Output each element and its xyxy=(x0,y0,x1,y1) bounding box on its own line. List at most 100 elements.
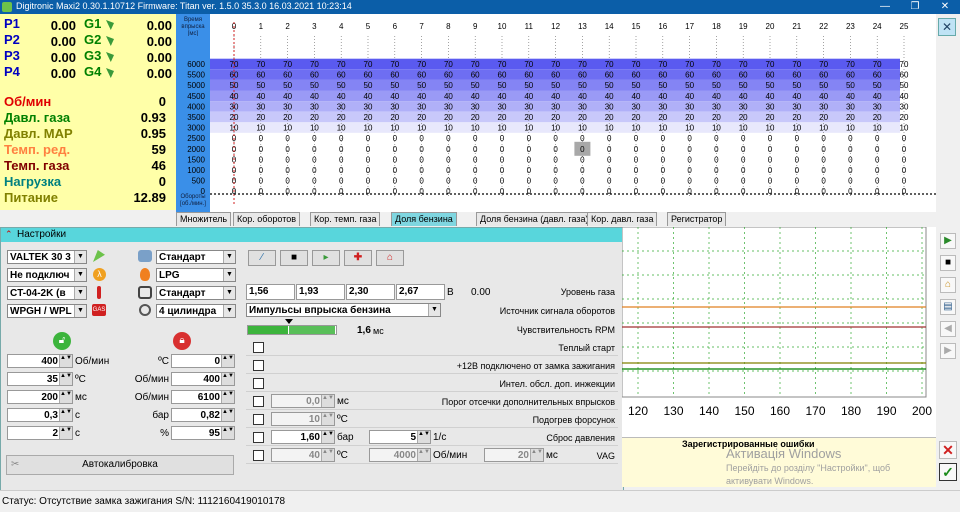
map-cell-value[interactable]: 30 xyxy=(819,102,828,111)
map-cell-value[interactable]: 50 xyxy=(632,81,641,90)
lock-icon-button[interactable]: ⌂ xyxy=(376,250,404,266)
map-cell-value[interactable]: 0 xyxy=(312,134,317,143)
map-cell-value[interactable]: 0 xyxy=(393,177,398,186)
map-cell-value[interactable]: 0 xyxy=(419,166,424,175)
map-cell-value[interactable]: 50 xyxy=(256,81,265,90)
map-cell-value[interactable]: 50 xyxy=(337,81,346,90)
map-cell-value[interactable]: 0 xyxy=(768,155,773,164)
map-cell-value[interactable]: 0 xyxy=(553,155,558,164)
option-spinner-2[interactable]: 4000 ▲▼ xyxy=(369,448,431,462)
map-cell-value[interactable]: 0 xyxy=(795,177,800,186)
map-cell-value[interactable]: 0 xyxy=(527,155,532,164)
map-cell-value[interactable]: 0 xyxy=(446,177,451,186)
map-cell-value[interactable]: 50 xyxy=(873,81,882,90)
map-cell-value[interactable]: 10 xyxy=(578,124,587,133)
map-cell-value[interactable]: 0 xyxy=(446,145,451,154)
map-cell-value[interactable]: 50 xyxy=(417,81,426,90)
map-cell-value[interactable]: 0 xyxy=(848,187,853,196)
map-cell-value[interactable]: 70 xyxy=(578,60,587,69)
map-cell-value[interactable]: 0 xyxy=(821,177,826,186)
option-spinner[interactable]: 0,0 ▲▼ xyxy=(271,394,335,408)
map-cell-value[interactable]: 0 xyxy=(366,134,371,143)
map-cell-value[interactable]: 0 xyxy=(580,187,585,196)
map-cell-value[interactable]: 20 xyxy=(283,113,292,122)
right-spinner[interactable]: 0 ▲▼ xyxy=(171,354,235,368)
map-cell-value[interactable]: 60 xyxy=(390,71,399,80)
map-cell-value[interactable]: 60 xyxy=(364,71,373,80)
close-x-icon[interactable]: ✕ xyxy=(938,18,956,36)
play-icon[interactable]: ▶ xyxy=(940,233,956,249)
settings-header[interactable]: ⌃ Настройки xyxy=(1,228,623,242)
map-cell-value[interactable]: 0 xyxy=(366,177,371,186)
map-cell-value[interactable]: 60 xyxy=(417,71,426,80)
gas-level-3[interactable]: 2,30 xyxy=(346,284,395,300)
map-cell-value[interactable]: 0 xyxy=(419,187,424,196)
map-cell-value[interactable]: 50 xyxy=(551,81,560,90)
map-cell-value[interactable]: 30 xyxy=(310,102,319,111)
map-cell-value[interactable]: 0 xyxy=(339,166,344,175)
map-cell-value[interactable]: 70 xyxy=(498,60,507,69)
map-cell-value[interactable]: 70 xyxy=(846,60,855,69)
map-cell-value[interactable]: 0 xyxy=(821,187,826,196)
map-cell-value[interactable]: 30 xyxy=(524,102,533,111)
confirm-check-icon[interactable]: ✓ xyxy=(939,463,957,481)
map-cell-value[interactable]: 0 xyxy=(553,134,558,143)
close-window-button[interactable]: ✕ xyxy=(930,0,960,14)
map-cell-value[interactable]: 0 xyxy=(741,155,746,164)
map-cell-value[interactable]: 0 xyxy=(473,177,478,186)
map-cell-value[interactable]: 0 xyxy=(768,166,773,175)
map-cell-value[interactable]: 0 xyxy=(902,177,907,186)
map-cell-value[interactable]: 0 xyxy=(366,187,371,196)
option-spinner-2[interactable]: 5 ▲▼ xyxy=(369,430,431,444)
map-cell-value[interactable]: 0 xyxy=(902,166,907,175)
map-cell-value[interactable]: 0 xyxy=(580,166,585,175)
map-cell-value[interactable]: 0 xyxy=(875,177,880,186)
map-cell-value[interactable]: 0 xyxy=(366,166,371,175)
spinner-arrows-icon[interactable]: ▲▼ xyxy=(321,413,334,425)
map-cell-value[interactable]: 40 xyxy=(712,92,721,101)
minimize-button[interactable]: — xyxy=(870,0,900,14)
map-cell-value[interactable]: 0 xyxy=(312,145,317,154)
map-cell-value[interactable]: 0 xyxy=(339,155,344,164)
map-cell-value[interactable]: 10 xyxy=(444,124,453,133)
map-cell-value[interactable]: 30 xyxy=(873,102,882,111)
map-cell-value[interactable]: 0 xyxy=(393,155,398,164)
map-cell-value[interactable]: 60 xyxy=(605,71,614,80)
map-cell-value[interactable]: 10 xyxy=(739,124,748,133)
map-cell-value[interactable]: 60 xyxy=(739,71,748,80)
map-cell-value[interactable]: 60 xyxy=(685,71,694,80)
spinner-arrows-icon[interactable]: ▲▼ xyxy=(221,355,234,367)
map-cell-value[interactable]: 0 xyxy=(419,134,424,143)
map-cell-value[interactable]: 0 xyxy=(393,134,398,143)
pressure-sensor-select[interactable]: WPGH / WPL ▼ xyxy=(7,304,87,318)
map-cell-value[interactable]: 40 xyxy=(471,92,480,101)
map-cell-value[interactable]: 0 xyxy=(634,145,639,154)
rpm-source-select[interactable]: Импульсы впрыска бензина ▼ xyxy=(246,303,441,317)
map-cell-value[interactable]: 0 xyxy=(875,187,880,196)
map-cell-value[interactable]: 70 xyxy=(551,60,560,69)
map-cell-value[interactable]: 40 xyxy=(846,92,855,101)
map-cell-value[interactable]: 0 xyxy=(285,187,290,196)
right-spinner[interactable]: 400 ▲▼ xyxy=(171,372,235,386)
map-cell-value[interactable]: 0 xyxy=(527,145,532,154)
gas-level-4[interactable]: 2,67 xyxy=(396,284,445,300)
cancel-x-icon[interactable]: ✕ xyxy=(939,441,957,459)
map-cell-value[interactable]: 40 xyxy=(498,92,507,101)
map-cell-value[interactable]: 20 xyxy=(417,113,426,122)
map-cell-value[interactable]: 0 xyxy=(580,177,585,186)
map-cell-value[interactable]: 0 xyxy=(661,187,666,196)
map-cell-value[interactable]: 0 xyxy=(607,145,612,154)
map-cell-value[interactable]: 0 xyxy=(312,177,317,186)
option-spinner[interactable]: 10 ▲▼ xyxy=(271,412,335,426)
map-cell-value[interactable]: 0 xyxy=(795,134,800,143)
map-cell-value[interactable]: 70 xyxy=(256,60,265,69)
map-cell-value[interactable]: 40 xyxy=(364,92,373,101)
map-cell-value[interactable]: 0 xyxy=(661,155,666,164)
map-cell-value[interactable]: 20 xyxy=(310,113,319,122)
map-cell-value[interactable]: 50 xyxy=(310,81,319,90)
cylinders-select[interactable]: 4 цилиндра ▼ xyxy=(156,304,236,318)
map-cell-value[interactable]: 60 xyxy=(819,71,828,80)
map-cell-value[interactable]: 10 xyxy=(256,124,265,133)
spinner-arrows-icon[interactable]: ▲▼ xyxy=(221,373,234,385)
map-cell-value[interactable]: 60 xyxy=(578,71,587,80)
